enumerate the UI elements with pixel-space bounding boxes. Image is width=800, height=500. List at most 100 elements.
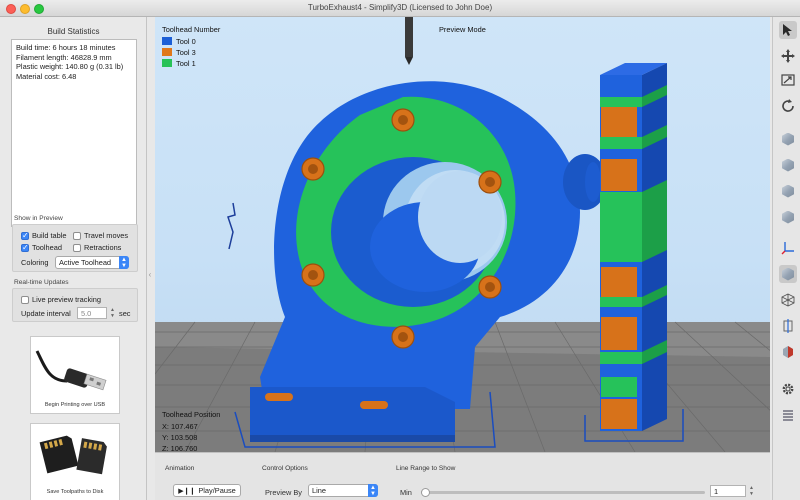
toolhead-position-z: Z: 106.760: [162, 444, 198, 452]
travel-moves-checkbox[interactable]: [73, 231, 81, 240]
usb-caption: Begin Printing over USB: [44, 402, 106, 408]
panel-splitter-handle[interactable]: ‹: [147, 270, 153, 279]
cross-section-button[interactable]: [779, 317, 797, 335]
play-pause-label: Play/Pause: [198, 486, 236, 495]
view-wireframe-button[interactable]: [779, 291, 797, 309]
update-interval-stepper[interactable]: ▲ ▼: [109, 307, 116, 319]
stats-text-box[interactable]: Build time: 6 hours 18 minutes Filament …: [11, 39, 137, 227]
window-title: TurboExhaust4 - Simplify3D (Licensed to …: [307, 3, 493, 12]
min-range-slider-knob[interactable]: [421, 488, 430, 497]
min-value-stepper[interactable]: ▲ ▼: [748, 485, 755, 497]
gear-icon: [782, 383, 794, 395]
realtime-updates-group: Live preview tracking Update interval 5.…: [12, 288, 138, 322]
cross-section-icon: [783, 319, 793, 333]
stat-build-time: Build time: 6 hours 18 minutes: [16, 43, 116, 52]
view-side-button[interactable]: [779, 208, 797, 226]
legend-swatch-tool3: [162, 48, 172, 56]
sd-caption: Save Toolpaths to Disk: [46, 489, 104, 495]
rotate-icon: [782, 99, 794, 112]
retractions-checkbox[interactable]: [73, 243, 81, 252]
sd-card-icon: [39, 435, 107, 475]
live-preview-checkbox[interactable]: [21, 295, 29, 304]
interval-unit-row: sec: [119, 309, 131, 318]
title-bar: TurboExhaust4 - Simplify3D (Licensed to …: [0, 0, 800, 17]
right-toolbar: [772, 17, 800, 500]
legend-swatch-tool0: [162, 37, 172, 45]
view-solid-button[interactable]: [779, 265, 797, 283]
show-axes-button[interactable]: [779, 239, 797, 257]
toolhead-label: Toolhead: [32, 243, 62, 252]
layers-icon: [783, 410, 793, 421]
retractions-checkbox-row[interactable]: Retractions: [73, 243, 121, 252]
legend-label-tool1: Tool 1: [176, 59, 196, 68]
legend-label-tool3: Tool 3: [176, 48, 196, 57]
update-interval-input[interactable]: 5.0: [77, 307, 107, 319]
cube-front-icon: [782, 158, 794, 172]
build-table-label: Build table: [32, 231, 67, 240]
print-over-usb-button[interactable]: Begin Printing over USB: [30, 336, 120, 414]
coloring-select[interactable]: Active Toolhead ▲ ▼: [55, 256, 129, 269]
play-pause-icon: ▶❙❙: [178, 487, 196, 495]
view-top-button[interactable]: [779, 182, 797, 200]
axes-icon: [781, 242, 794, 255]
wireframe-cube-icon: [781, 293, 795, 307]
update-interval-unit: sec: [119, 309, 131, 318]
toolhead-checkbox[interactable]: [21, 243, 29, 252]
realtime-updates-label: Real-time Updates: [14, 279, 69, 286]
scale-icon: [781, 74, 795, 86]
toolhead-position-y: Y: 103.508: [162, 433, 198, 442]
cube-iso-icon: [782, 132, 794, 146]
min-label: Min: [400, 488, 412, 497]
min-value-input[interactable]: 1: [710, 485, 746, 497]
build-table-checkbox-row[interactable]: Build table: [21, 231, 67, 240]
view-front-button[interactable]: [779, 156, 797, 174]
toolhead-position-x: X: 107.467: [162, 422, 198, 431]
preview-controls-bar: Animation ▶❙❙ Play/Pause Control Options…: [155, 452, 770, 500]
travel-moves-checkbox-row[interactable]: Travel moves: [73, 231, 128, 240]
legend-title: Toolhead Number: [162, 25, 221, 34]
coloring-label: Coloring: [21, 258, 49, 267]
show-in-preview-group: Build table Travel moves Toolhead Retrac…: [12, 224, 138, 272]
build-statistics-panel: Build Statistics Build time: 6 hours 18 …: [0, 17, 147, 500]
save-toolpaths-button[interactable]: Save Toolpaths to Disk: [30, 423, 120, 500]
toolhead-position-title: Toolhead Position: [162, 410, 221, 419]
select-tool-button[interactable]: [779, 21, 797, 39]
live-preview-label: Live preview tracking: [32, 295, 102, 304]
section-view-button[interactable]: [779, 343, 797, 361]
show-in-preview-label: Show in Preview: [14, 215, 63, 222]
move-tool-button[interactable]: [779, 47, 797, 65]
preview-by-value: Line: [312, 486, 326, 495]
travel-moves-label: Travel moves: [84, 231, 129, 240]
view-isometric-button[interactable]: [779, 130, 797, 148]
legend-swatch-tool1: [162, 59, 172, 67]
toolhead-checkbox-row[interactable]: Toolhead: [21, 243, 62, 252]
select-arrows-icon: ▲ ▼: [119, 256, 129, 269]
preview-mode-label: Preview Mode: [439, 25, 486, 34]
play-pause-button[interactable]: ▶❙❙ Play/Pause: [173, 484, 241, 497]
settings-button[interactable]: [779, 380, 797, 398]
min-range-slider-track[interactable]: [421, 491, 705, 494]
preview-viewport[interactable]: Toolhead Number Tool 0 Tool 3 Tool 1 Pre…: [155, 17, 770, 452]
section-cube-icon: [783, 346, 793, 358]
layer-view-button[interactable]: [779, 406, 797, 424]
preview-by-select[interactable]: Line ▲ ▼: [308, 484, 378, 497]
coloring-value: Active Toolhead: [59, 258, 112, 267]
live-preview-checkbox-row[interactable]: Live preview tracking: [21, 295, 101, 304]
build-table-checkbox[interactable]: [21, 231, 29, 240]
toolhead-nozzle: [405, 17, 413, 57]
scene-canvas: [155, 17, 770, 452]
control-options-label: Control Options: [262, 465, 308, 472]
legend-label-tool0: Tool 0: [176, 37, 196, 46]
update-interval-label: Update interval: [21, 309, 71, 318]
rotate-tool-button[interactable]: [779, 97, 797, 115]
stat-plastic-weight: Plastic weight: 140.80 g (0.31 lb): [16, 62, 124, 71]
travel-path: [227, 202, 236, 250]
move-arrows-icon: [781, 49, 795, 63]
usb-cable-icon: [35, 350, 107, 391]
animation-label: Animation: [165, 465, 195, 472]
preview-by-label: Preview By: [265, 488, 302, 497]
line-range-label: Line Range to Show: [396, 465, 456, 472]
cube-side-icon: [782, 210, 794, 224]
cube-solid-icon: [782, 267, 794, 281]
scale-tool-button[interactable]: [779, 71, 797, 89]
